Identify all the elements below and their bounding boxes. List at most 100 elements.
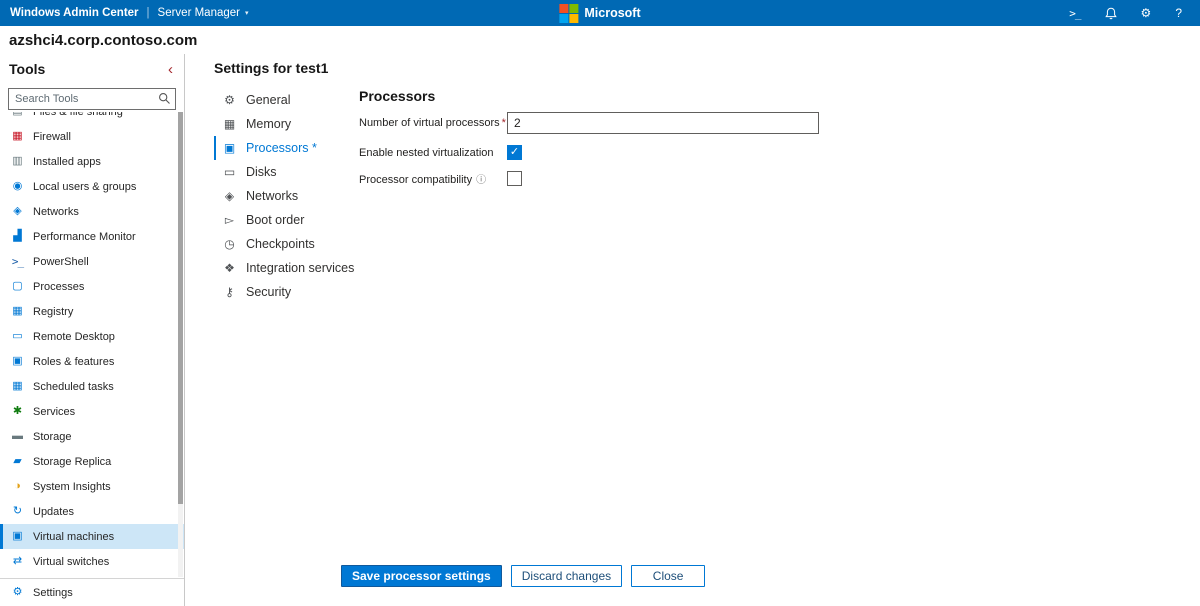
registry-icon: ▦ bbox=[12, 305, 23, 317]
tools-panel: Tools ‹ ▤ Files & file sharing ▦ Firewal… bbox=[0, 54, 185, 606]
tool-item-label: Registry bbox=[33, 305, 74, 318]
gear-icon: ⚙ bbox=[224, 93, 235, 107]
security-key-icon: ⚷ bbox=[225, 285, 234, 299]
search-icon bbox=[158, 92, 171, 110]
close-button[interactable]: Close bbox=[631, 565, 706, 587]
tools-scrollbar-thumb[interactable] bbox=[178, 112, 183, 504]
action-buttons: Save processor settings Discard changes … bbox=[341, 565, 706, 587]
ms-square-red bbox=[559, 3, 569, 13]
virtual-machines-icon: ▣ bbox=[12, 530, 23, 542]
processes-icon: ▢ bbox=[12, 280, 23, 292]
processors-heading: Processors bbox=[359, 88, 436, 104]
main-content: Settings for test1 ⚙ General ▦ Memory ▣ … bbox=[185, 54, 1200, 606]
tools-title: Tools bbox=[9, 61, 46, 77]
network-icon: ◈ bbox=[224, 189, 235, 203]
tool-item-virtual-machines[interactable]: ▣ Virtual machines bbox=[0, 524, 184, 549]
tools-search-input[interactable] bbox=[8, 88, 176, 110]
storage-replica-icon: ▰ bbox=[13, 455, 22, 467]
topbar-left: Windows Admin Center | Server Manager ▾ bbox=[0, 7, 249, 19]
tool-item-label: Firewall bbox=[33, 130, 71, 143]
tool-item-performance-monitor[interactable]: ▟ Performance Monitor bbox=[0, 224, 184, 249]
tool-item-label: Storage bbox=[33, 430, 72, 443]
tool-item-label: Files & file sharing bbox=[33, 112, 123, 118]
module-name: Server Manager bbox=[157, 7, 240, 19]
tool-item-label: Virtual switches bbox=[33, 555, 110, 568]
required-asterisk: * bbox=[501, 117, 506, 129]
checkpoints-icon: ◷ bbox=[224, 237, 235, 251]
tool-item-label: Scheduled tasks bbox=[33, 380, 114, 393]
tool-item-label: Services bbox=[33, 405, 76, 418]
storage-icon: ▬ bbox=[12, 430, 23, 442]
tool-item-roles-features[interactable]: ▣ Roles & features bbox=[0, 349, 184, 374]
settings-nav-general[interactable]: ⚙ General bbox=[214, 88, 359, 112]
tools-list: ▤ Files & file sharing ▦ Firewall ▥ Inst… bbox=[0, 112, 184, 577]
virtual-processor-count-input[interactable] bbox=[507, 112, 819, 134]
tool-item-label: Performance Monitor bbox=[33, 230, 136, 243]
module-switcher[interactable]: Server Manager ▾ bbox=[158, 7, 249, 19]
host-bar: azshci4.corp.contoso.com bbox=[0, 26, 1200, 54]
help-icon[interactable]: ? bbox=[1175, 6, 1182, 20]
tool-item-label: PowerShell bbox=[33, 255, 89, 268]
tool-item-services[interactable]: ✱ Services bbox=[0, 399, 184, 424]
settings-nav-networks[interactable]: ◈ Networks bbox=[214, 184, 359, 208]
settings-gear-icon[interactable]: ⚙ bbox=[1141, 6, 1152, 20]
nav-item-label: Security bbox=[246, 285, 292, 299]
updates-icon: ↻ bbox=[12, 505, 23, 517]
integration-services-icon: ❖ bbox=[224, 261, 235, 275]
tool-item-powershell[interactable]: >_ PowerShell bbox=[0, 249, 184, 274]
nav-item-label: Boot order bbox=[246, 213, 305, 227]
settings-nav-security[interactable]: ⚷ Security bbox=[214, 280, 359, 304]
scheduled-tasks-icon: ▦ bbox=[12, 380, 23, 392]
notifications-icon[interactable] bbox=[1104, 7, 1117, 20]
settings-nav-integration-services[interactable]: ❖ Integration services bbox=[214, 256, 359, 280]
tool-item-files-file-sharing[interactable]: ▤ Files & file sharing bbox=[0, 112, 184, 124]
tool-item-virtual-switches[interactable]: ⇄ Virtual switches bbox=[0, 549, 184, 574]
discard-changes-button[interactable]: Discard changes bbox=[510, 565, 623, 587]
tool-item-remote-desktop[interactable]: ▭ Remote Desktop bbox=[0, 324, 184, 349]
processor-compatibility-checkbox[interactable] bbox=[507, 171, 522, 186]
tool-item-label: Processes bbox=[33, 280, 85, 293]
label-text: Processor compatibility bbox=[359, 174, 473, 186]
virtual-switches-icon: ⇄ bbox=[12, 555, 23, 567]
tool-item-scheduled-tasks[interactable]: ▦ Scheduled tasks bbox=[0, 374, 184, 399]
tool-item-label: Settings bbox=[33, 586, 73, 599]
info-icon[interactable]: ⓘ bbox=[476, 175, 486, 186]
ms-square-blue bbox=[559, 13, 569, 23]
tool-item-processes[interactable]: ▢ Processes bbox=[0, 274, 184, 299]
ms-square-green bbox=[569, 3, 579, 13]
tool-item-local-users-groups[interactable]: ◉ Local users & groups bbox=[0, 174, 184, 199]
settings-nav-checkpoints[interactable]: ◷ Checkpoints bbox=[214, 232, 359, 256]
files-icon: ▤ bbox=[11, 112, 24, 117]
tool-item-firewall[interactable]: ▦ Firewall bbox=[0, 124, 184, 149]
tool-item-updates[interactable]: ↻ Updates bbox=[0, 499, 184, 524]
tool-item-label: Networks bbox=[33, 205, 79, 218]
tool-item-installed-apps[interactable]: ▥ Installed apps bbox=[0, 149, 184, 174]
settings-nav-disks[interactable]: ▭ Disks bbox=[214, 160, 359, 184]
settings-nav-boot-order[interactable]: ▻ Boot order bbox=[214, 208, 359, 232]
windows-admin-center-window: Windows Admin Center | Server Manager ▾ … bbox=[0, 0, 1200, 606]
virtual-processor-count-row: Number of virtual processors * bbox=[359, 112, 1200, 134]
nested-virtualization-checkbox[interactable]: ✓ bbox=[507, 145, 522, 160]
tools-header: Tools ‹ bbox=[0, 54, 184, 84]
tool-item-label: Storage Replica bbox=[33, 455, 112, 468]
nested-virtualization-row: Enable nested virtualization ✓ bbox=[359, 145, 1200, 160]
save-processor-settings-button[interactable]: Save processor settings bbox=[341, 565, 502, 587]
tool-item-storage-replica[interactable]: ▰ Storage Replica bbox=[0, 449, 184, 474]
memory-icon: ▦ bbox=[223, 117, 236, 131]
tool-item-system-insights[interactable]: ◑ System Insights bbox=[0, 474, 184, 499]
microsoft-logo: Microsoft bbox=[559, 3, 641, 23]
collapse-panel-icon[interactable]: ‹ bbox=[168, 62, 173, 77]
tool-item-settings[interactable]: ⚙ Settings bbox=[0, 578, 184, 606]
nav-item-label: Memory bbox=[246, 117, 292, 131]
nav-item-label: Disks bbox=[246, 165, 277, 179]
settings-nav-processors[interactable]: ▣ Processors * bbox=[214, 136, 359, 160]
brand-name: Microsoft bbox=[584, 6, 641, 20]
tool-item-networks[interactable]: ◈ Networks bbox=[0, 199, 184, 224]
tool-item-registry[interactable]: ▦ Registry bbox=[0, 299, 184, 324]
tool-item-storage[interactable]: ▬ Storage bbox=[0, 424, 184, 449]
firewall-icon: ▦ bbox=[12, 130, 23, 142]
settings-nav-memory[interactable]: ▦ Memory bbox=[214, 112, 359, 136]
nav-item-label: Processors * bbox=[246, 141, 317, 155]
terminal-icon[interactable]: >_ bbox=[1069, 7, 1081, 20]
chevron-down-icon: ▾ bbox=[245, 10, 249, 17]
